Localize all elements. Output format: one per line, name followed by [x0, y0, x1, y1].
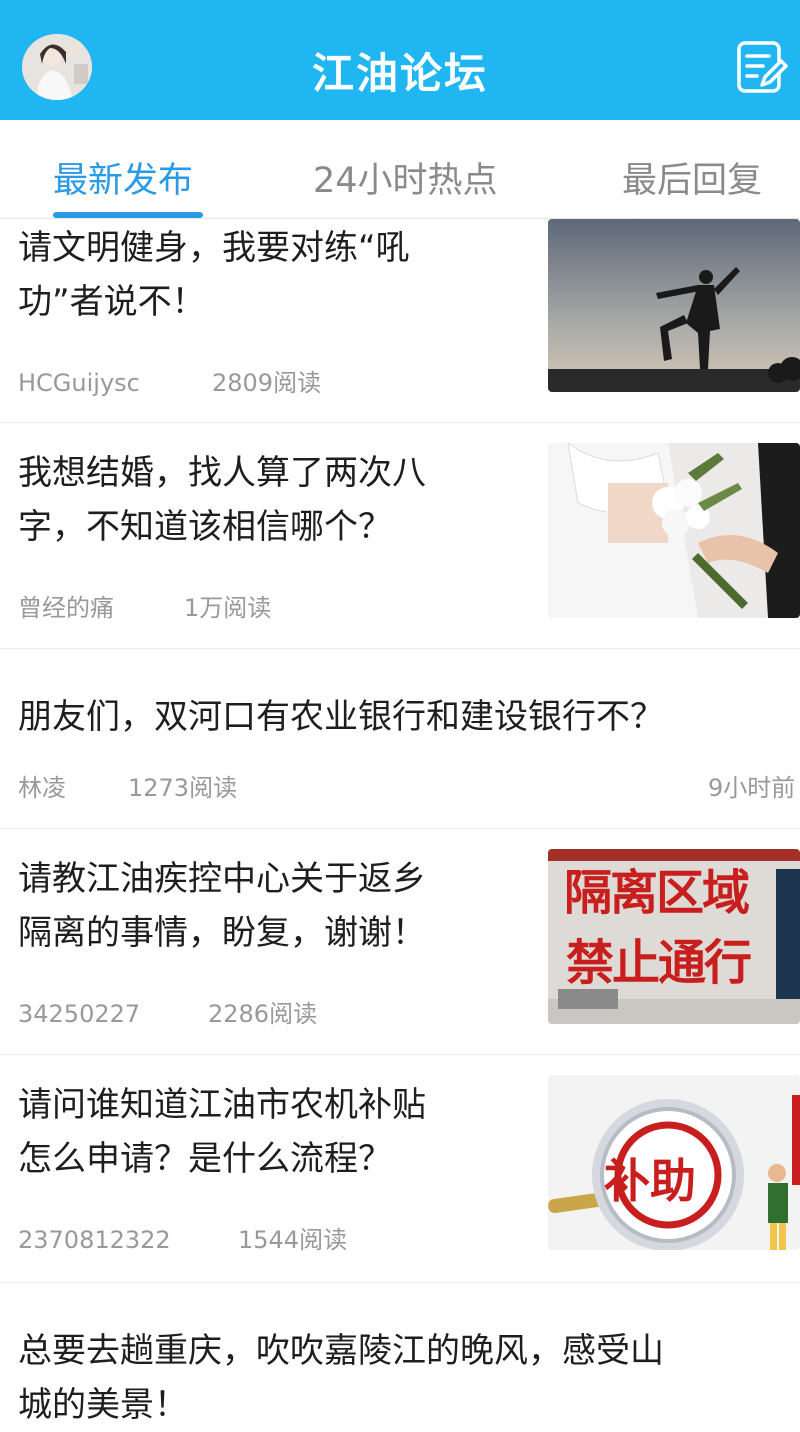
post-title: 朋友们，双河口有农业银行和建设银行不？: [18, 697, 664, 737]
tab-bar: 最新发布 24小时热点 最后回复: [0, 120, 800, 219]
post-time: 9小时前: [708, 774, 796, 802]
tab-latest[interactable]: 最新发布: [53, 152, 193, 203]
list-item[interactable]: 总要去趟重庆，吹吹嘉陵江的晚风，感受山 城的美景！: [0, 1282, 800, 1425]
post-reads: 1万阅读: [184, 594, 272, 622]
list-item[interactable]: 请问谁知道江油市农机补贴 怎么申请？是什么流程？ 2370812322 1544阅…: [0, 1054, 800, 1283]
list-item[interactable]: 我想结婚，找人算了两次八 字，不知道该相信哪个？ 曾经的痛 1万阅读: [0, 422, 800, 649]
post-reads: 2809阅读: [212, 369, 322, 397]
post-meta: 林凌 1273阅读: [18, 768, 237, 803]
post-reads: 2286阅读: [208, 1000, 318, 1028]
post-meta: 34250227 2286阅读: [18, 994, 317, 1029]
thumb-text: 禁止通行: [566, 935, 752, 991]
list-item[interactable]: 请文明健身，我要对练“吼 功”者说不！ HCGuijysc 2809阅读: [0, 219, 800, 423]
post-reads: 1544阅读: [238, 1226, 348, 1254]
tai-chi-silhouette: [548, 219, 800, 392]
tab-24h-hot[interactable]: 24小时热点: [313, 152, 498, 203]
tab-last-reply[interactable]: 最后回复: [622, 152, 762, 203]
post-author: HCGuijysc: [18, 369, 140, 397]
page-title: 江油论坛: [311, 49, 488, 98]
subsidy-magnifier: 补助: [548, 1075, 800, 1250]
list-item[interactable]: 朋友们，双河口有农业银行和建设银行不？ 林凌 1273阅读 9小时前: [0, 648, 800, 829]
active-tab-indicator: [53, 212, 203, 218]
post-author: 曾经的痛: [18, 594, 114, 622]
list-item[interactable]: 请教江油疾控中心关于返乡 隔离的事情，盼复，谢谢！ 34250227 2286阅读…: [0, 828, 800, 1055]
post-title: 请问谁知道江油市农机补贴 怎么申请？是什么流程？: [18, 1085, 426, 1179]
thumb-text: 补助: [604, 1154, 696, 1208]
post-meta: HCGuijysc 2809阅读: [18, 363, 321, 398]
quarantine-sign: 隔离区域 禁止通行: [548, 849, 800, 1024]
thumb-text: 隔离区域: [564, 865, 750, 921]
post-meta: 曾经的痛 1万阅读: [18, 588, 271, 623]
post-author: 34250227: [18, 1000, 141, 1028]
wedding-bouquet: [548, 443, 800, 618]
post-meta: 2370812322 1544阅读: [18, 1220, 347, 1255]
post-title: 我想结婚，找人算了两次八 字，不知道该相信哪个？: [18, 453, 426, 547]
post-author: 2370812322: [18, 1226, 171, 1254]
post-author: 林凌: [18, 774, 66, 802]
compose-icon[interactable]: [736, 40, 788, 96]
post-title: 总要去趟重庆，吹吹嘉陵江的晚风，感受山 城的美景！: [18, 1331, 664, 1425]
app-header: 江油论坛: [0, 0, 800, 120]
post-reads: 1273阅读: [128, 774, 238, 802]
post-title: 请教江油疾控中心关于返乡 隔离的事情，盼复，谢谢！: [18, 859, 426, 953]
post-title: 请文明健身，我要对练“吼 功”者说不！: [18, 228, 410, 322]
